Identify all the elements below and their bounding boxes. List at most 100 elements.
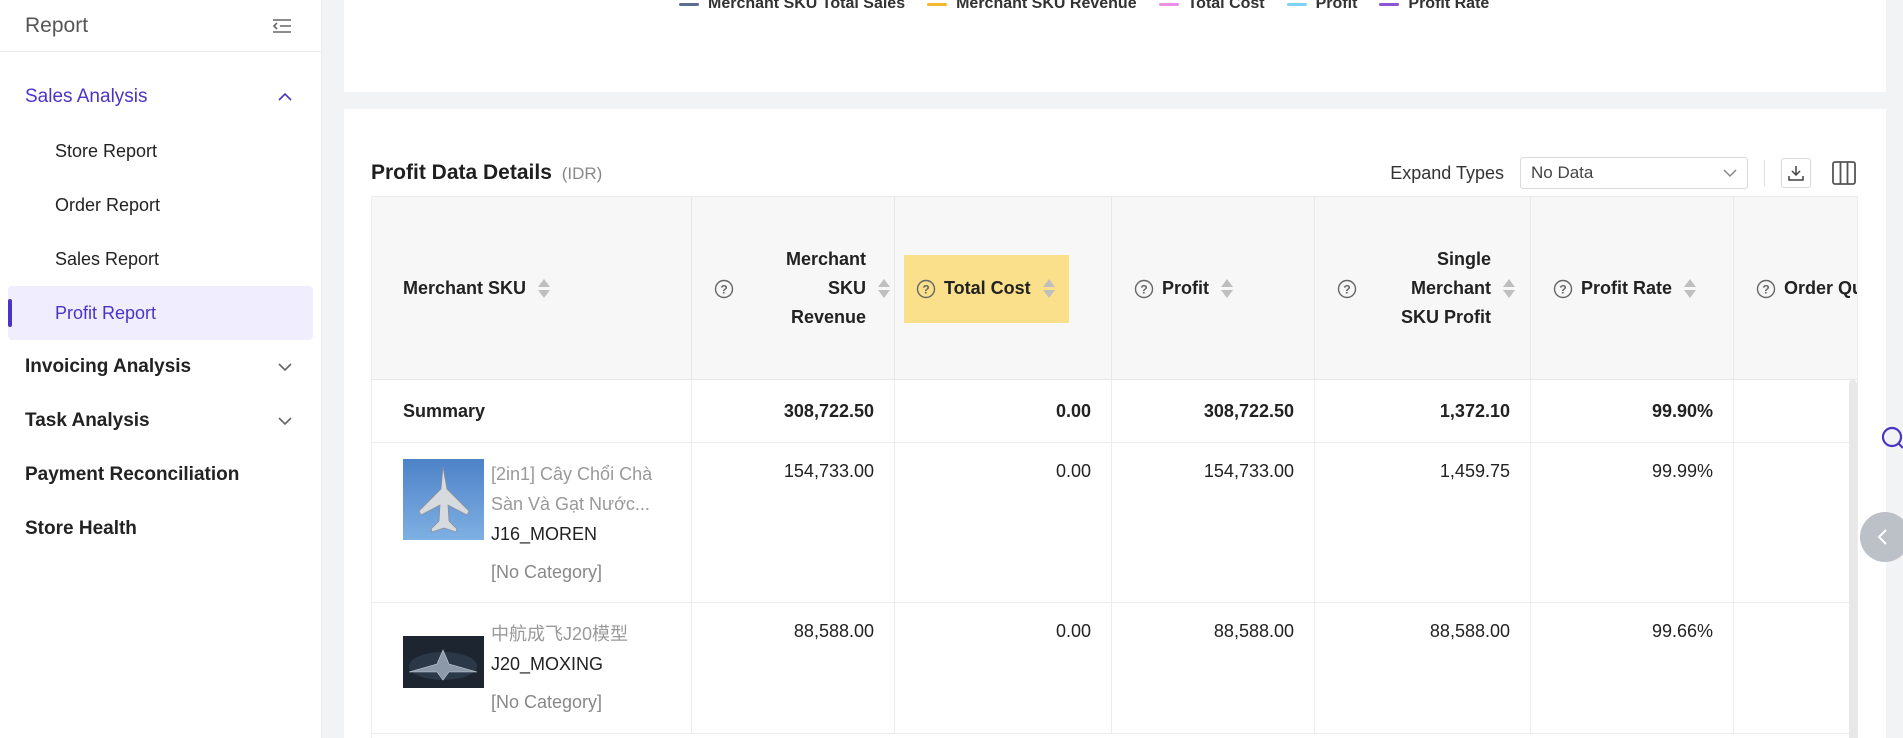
merchant-sku-code: J20_MOXING [491, 654, 604, 674]
product-name[interactable]: [2in1] Cây Chổi Chà Sàn Và Gạt Nước... [491, 459, 661, 519]
product-thumbnail-j16[interactable] [403, 459, 484, 540]
legend-label: Profit Rate [1408, 0, 1490, 12]
chevron-down-icon [277, 359, 293, 375]
revenue-cell: 154,733.00 [692, 443, 895, 602]
sidebar-nav: Sales Analysis Store Report Order Report… [0, 52, 321, 556]
legend-item-revenue[interactable]: Merchant SKU Revenue [927, 0, 1137, 13]
legend-line [679, 2, 699, 6]
help-icon: ? [714, 279, 734, 298]
expand-types-select[interactable]: No Data [1520, 157, 1748, 189]
chart-legend: Merchant SKU Total Sales Merchant SKU Re… [679, 0, 1489, 13]
revenue-cell: 88,588.00 [692, 603, 895, 733]
column-header-total-cost[interactable]: ? Total Cost [895, 197, 1112, 380]
chevron-down-icon [1723, 163, 1737, 183]
legend-item-profit[interactable]: Profit [1286, 0, 1358, 13]
legend-line [927, 2, 948, 6]
nav-group-task-analysis[interactable]: Task Analysis [0, 394, 321, 448]
nav-item-profit-report[interactable]: Profit Report [8, 286, 313, 340]
column-header-label: Total Cost [944, 278, 1031, 298]
side-panel-toggle[interactable] [1860, 512, 1903, 562]
sidebar: Report Sales Analysis Store Report Order… [0, 0, 322, 738]
table-row[interactable]: 中航成飞J20模型 J20_MOXING [No Category] 88,58… [372, 603, 1857, 734]
nav-group-label: Sales Analysis [25, 86, 148, 107]
column-header-label: Merchant SKU [403, 278, 527, 298]
help-icon: ? [1553, 279, 1573, 298]
currency-unit: (IDR) [561, 164, 603, 183]
table-header: Merchant SKU ? Merchant SKU Revenue ? To… [372, 197, 1857, 380]
product-thumbnail-j20[interactable] [403, 636, 484, 688]
merchant-sku-cell: 中航成飞J20模型 J20_MOXING [No Category] [372, 603, 692, 733]
nav-group-label: Invoicing Analysis [25, 356, 192, 377]
table-row[interactable]: [2in1] Cây Chổi Chà Sàn Và Gạt Nước... J… [372, 443, 1857, 603]
svg-text:?: ? [922, 282, 929, 296]
details-toolbar: Expand Types No Data [1390, 157, 1859, 189]
nav-group-payment-reconciliation[interactable]: Payment Reconciliation [0, 448, 321, 502]
columns-settings-button[interactable] [1829, 158, 1859, 188]
summary-label: Summary [372, 380, 692, 442]
columns-icon [1832, 161, 1856, 185]
sort-icon[interactable] [1221, 279, 1233, 298]
column-header-profit-rate[interactable]: ? Profit Rate [1531, 197, 1734, 380]
svg-text:?: ? [1343, 282, 1350, 296]
column-header-merchant-sku[interactable]: Merchant SKU [372, 197, 692, 380]
sort-icon[interactable] [1042, 279, 1055, 298]
nav-group-sales-analysis[interactable]: Sales Analysis [0, 70, 321, 124]
summary-order-quantity [1734, 380, 1857, 442]
column-header-profit[interactable]: ? Profit [1112, 197, 1315, 380]
chevron-up-icon [277, 89, 293, 105]
help-icon: ? [1756, 279, 1776, 298]
nav-group-label: Payment Reconciliation [25, 464, 240, 485]
nav-item-sales-report[interactable]: Sales Report [8, 232, 313, 286]
help-icon: ? [916, 279, 936, 298]
total-cost-cell: 0.00 [895, 603, 1112, 733]
order-quantity-cell [1734, 443, 1857, 602]
sort-icon[interactable] [1684, 279, 1697, 298]
help-icon: ? [1337, 279, 1357, 298]
single-profit-cell: 1,459.75 [1315, 443, 1531, 602]
column-header-revenue[interactable]: ? Merchant SKU Revenue [692, 197, 895, 380]
summary-row: Summary 308,722.50 0.00 308,722.50 1,372… [372, 380, 1857, 443]
nav-item-order-report[interactable]: Order Report [8, 178, 313, 232]
summary-total-cost: 0.00 [895, 380, 1112, 442]
profit-table: Merchant SKU ? Merchant SKU Revenue ? To… [371, 196, 1858, 738]
floating-search-button[interactable] [1876, 423, 1903, 455]
column-header-label: Profit Rate [1581, 278, 1673, 298]
sort-icon[interactable] [878, 279, 890, 298]
column-header-single-profit[interactable]: ? Single Merchant SKU Profit [1315, 197, 1531, 380]
legend-label: Profit [1315, 0, 1358, 12]
legend-item-profit-rate[interactable]: Profit Rate [1379, 0, 1489, 13]
legend-line [1379, 2, 1400, 6]
legend-label: Merchant SKU Total Sales [708, 0, 906, 12]
legend-line [1158, 2, 1179, 6]
chevron-down-icon [277, 413, 293, 429]
svg-text:?: ? [720, 282, 727, 296]
column-header-label: Merchant SKU Revenue [785, 249, 866, 327]
summary-single-profit: 1,372.10 [1315, 380, 1531, 442]
legend-line [1286, 2, 1307, 6]
summary-profit-rate: 99.90% [1531, 380, 1734, 442]
profit-rate-cell: 99.99% [1531, 443, 1734, 602]
collapse-menu-icon[interactable] [271, 17, 293, 35]
sort-icon[interactable] [538, 279, 551, 298]
toolbar-divider [1764, 160, 1765, 186]
table-scrollbar[interactable] [1849, 380, 1857, 738]
nav-group-store-health[interactable]: Store Health [0, 502, 321, 556]
details-title: Profit Data Details (IDR) [371, 161, 602, 185]
product-name[interactable]: 中航成飞J20模型 [491, 619, 661, 649]
svg-text:?: ? [1559, 282, 1566, 296]
column-header-order-quantity[interactable]: ? Order Qua [1734, 197, 1857, 380]
single-profit-cell: 88,588.00 [1315, 603, 1531, 733]
sidebar-title: Report [25, 13, 89, 37]
nav-group-invoicing-analysis[interactable]: Invoicing Analysis [0, 340, 321, 394]
download-button[interactable] [1781, 158, 1811, 188]
legend-item-total-sales[interactable]: Merchant SKU Total Sales [679, 0, 905, 13]
legend-item-total-cost[interactable]: Total Cost [1158, 0, 1265, 13]
nav-item-store-report[interactable]: Store Report [8, 124, 313, 178]
sidebar-header: Report [0, 0, 321, 52]
svg-text:?: ? [1762, 282, 1769, 296]
sort-icon[interactable] [1503, 279, 1515, 298]
profit-cell: 154,733.00 [1112, 443, 1315, 602]
product-category: [No Category] [491, 692, 603, 712]
profit-rate-cell: 99.66% [1531, 603, 1734, 733]
legend-label: Merchant SKU Revenue [956, 0, 1137, 12]
